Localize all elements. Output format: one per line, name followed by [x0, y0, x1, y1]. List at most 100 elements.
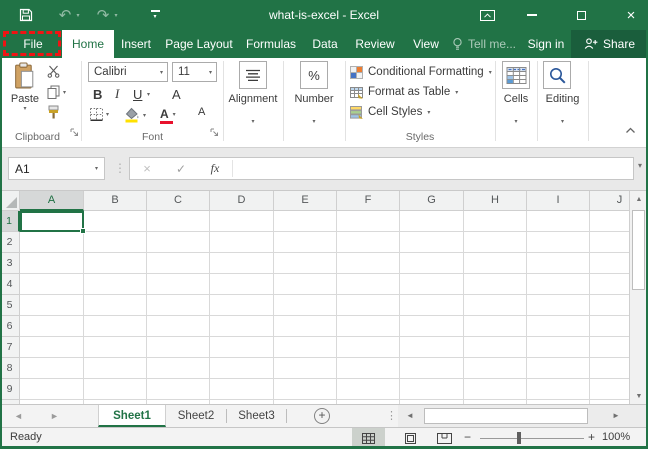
- row-header-5[interactable]: 5: [0, 295, 20, 316]
- column-header-H[interactable]: H: [464, 191, 527, 211]
- row-header-7[interactable]: 7: [0, 337, 20, 358]
- page-layout-view-button[interactable]: [396, 428, 424, 449]
- row-header-8[interactable]: 8: [0, 358, 20, 379]
- cell-A1[interactable]: [20, 211, 84, 232]
- cell-A7[interactable]: [20, 337, 84, 358]
- tab-review[interactable]: Review: [348, 30, 402, 58]
- sheet-tab-sheet2[interactable]: Sheet2: [166, 405, 226, 427]
- cell-A6[interactable]: [20, 316, 84, 337]
- cell-G1[interactable]: [400, 211, 464, 232]
- page-break-view-button[interactable]: [430, 428, 458, 449]
- cell-D3[interactable]: [210, 253, 274, 274]
- cell-I7[interactable]: [527, 337, 590, 358]
- cell-C2[interactable]: [147, 232, 210, 253]
- cell-G2[interactable]: [400, 232, 464, 253]
- cell-F9[interactable]: [337, 379, 400, 400]
- select-all-corner[interactable]: [0, 191, 20, 211]
- zoom-slider-thumb[interactable]: [517, 432, 521, 444]
- cell-J4[interactable]: [590, 274, 629, 295]
- cell-H8[interactable]: [464, 358, 527, 379]
- clipboard-dialog-launcher[interactable]: [70, 124, 79, 142]
- cell-C6[interactable]: [147, 316, 210, 337]
- share-button[interactable]: Share: [571, 30, 648, 58]
- cancel-button[interactable]: ×: [130, 158, 164, 179]
- cell-H6[interactable]: [464, 316, 527, 337]
- borders-button[interactable]: ▾: [90, 108, 109, 121]
- column-header-D[interactable]: D: [210, 191, 274, 211]
- cell-H4[interactable]: [464, 274, 527, 295]
- cell-D2[interactable]: [210, 232, 274, 253]
- cell-J8[interactable]: [590, 358, 629, 379]
- row-header-3[interactable]: 3: [0, 253, 20, 274]
- cell-H5[interactable]: [464, 295, 527, 316]
- cell-H9[interactable]: [464, 379, 527, 400]
- cell-A3[interactable]: [20, 253, 84, 274]
- cell-J3[interactable]: [590, 253, 629, 274]
- cell-C7[interactable]: [147, 337, 210, 358]
- cell-C5[interactable]: [147, 295, 210, 316]
- row-header-9[interactable]: 9: [0, 379, 20, 400]
- ribbon-display-options-button[interactable]: [472, 0, 502, 30]
- scroll-right-button[interactable]: ►: [612, 405, 620, 427]
- alignment-dropdown-arrow[interactable]: ▾: [223, 110, 283, 128]
- underline-dropdown-arrow[interactable]: ▾: [147, 85, 150, 103]
- cell-E1[interactable]: [274, 211, 337, 232]
- editing-button[interactable]: [543, 61, 571, 89]
- cell-G9[interactable]: [400, 379, 464, 400]
- cell-B1[interactable]: [84, 211, 147, 232]
- font-dialog-launcher[interactable]: [210, 124, 219, 142]
- italic-button[interactable]: I: [115, 85, 119, 103]
- cell-H3[interactable]: [464, 253, 527, 274]
- normal-view-button[interactable]: [352, 428, 385, 449]
- cell-B6[interactable]: [84, 316, 147, 337]
- maximize-button[interactable]: [566, 0, 596, 30]
- cell-E6[interactable]: [274, 316, 337, 337]
- cell-F7[interactable]: [337, 337, 400, 358]
- name-box-dropdown-arrow[interactable]: ▾: [95, 165, 98, 172]
- cell-J7[interactable]: [590, 337, 629, 358]
- cell-B9[interactable]: [84, 379, 147, 400]
- cell-G8[interactable]: [400, 358, 464, 379]
- cell-A2[interactable]: [20, 232, 84, 253]
- horizontal-scroll-thumb[interactable]: [424, 408, 588, 424]
- column-header-F[interactable]: F: [337, 191, 400, 211]
- font-color-button[interactable]: A ▾: [160, 107, 176, 121]
- cell-C3[interactable]: [147, 253, 210, 274]
- cells-button[interactable]: [502, 61, 530, 89]
- cell-D7[interactable]: [210, 337, 274, 358]
- font-name-combobox[interactable]: Calibri▾: [88, 62, 168, 82]
- cell-A4[interactable]: [20, 274, 84, 295]
- column-header-E[interactable]: E: [274, 191, 337, 211]
- sheet-nav-right-button[interactable]: ►: [50, 405, 59, 427]
- cell-B8[interactable]: [84, 358, 147, 379]
- insert-function-button[interactable]: fx: [198, 158, 232, 179]
- cell-G7[interactable]: [400, 337, 464, 358]
- sheet-nav-left-button[interactable]: ◄: [14, 405, 23, 427]
- cell-G5[interactable]: [400, 295, 464, 316]
- cell-I8[interactable]: [527, 358, 590, 379]
- cell-F5[interactable]: [337, 295, 400, 316]
- cells-dropdown-arrow[interactable]: ▾: [495, 110, 537, 128]
- sign-in-button[interactable]: Sign in: [523, 30, 569, 58]
- cell-I6[interactable]: [527, 316, 590, 337]
- cell-E4[interactable]: [274, 274, 337, 295]
- cell-I3[interactable]: [527, 253, 590, 274]
- name-box[interactable]: A1 ▾: [8, 157, 105, 180]
- collapse-ribbon-button[interactable]: [625, 121, 636, 139]
- cell-E5[interactable]: [274, 295, 337, 316]
- vertical-scrollbar[interactable]: ▲ ▼: [629, 191, 648, 405]
- cell-E8[interactable]: [274, 358, 337, 379]
- cell-A8[interactable]: [20, 358, 84, 379]
- minimize-button[interactable]: [517, 0, 547, 30]
- cell-D6[interactable]: [210, 316, 274, 337]
- paste-button[interactable]: Paste ▾: [6, 62, 44, 136]
- enter-button[interactable]: ✓: [164, 158, 198, 179]
- format-as-table-button[interactable]: Format as Table ▾: [350, 84, 458, 100]
- cell-I1[interactable]: [527, 211, 590, 232]
- cell-I5[interactable]: [527, 295, 590, 316]
- number-button[interactable]: %: [300, 61, 328, 89]
- scroll-left-button[interactable]: ◄: [406, 405, 414, 427]
- font-size-combobox[interactable]: 11▾: [172, 62, 217, 82]
- column-header-C[interactable]: C: [147, 191, 210, 211]
- expand-formula-bar-button[interactable]: ▾: [638, 161, 642, 170]
